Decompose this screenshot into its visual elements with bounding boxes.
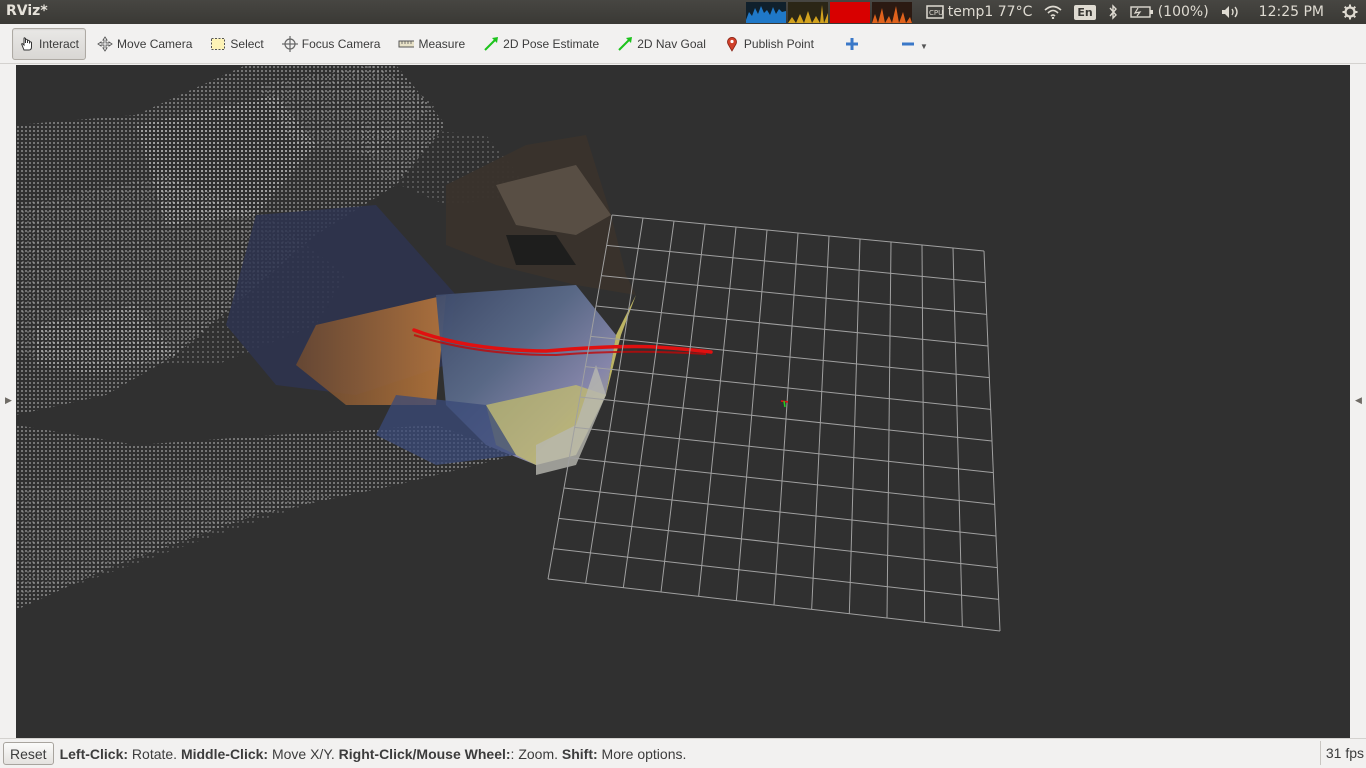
- expand-left-icon[interactable]: ▶: [5, 396, 12, 406]
- tool-label: Measure: [418, 36, 466, 51]
- help-rotate: Rotate.: [128, 745, 181, 762]
- help-shift: Shift:: [561, 745, 598, 762]
- clock[interactable]: 12:25 PM: [1259, 4, 1324, 20]
- ground-grid: [547, 214, 1001, 632]
- reset-button[interactable]: Reset: [3, 742, 54, 765]
- tool-interact[interactable]: Interact: [12, 27, 87, 60]
- tool-2d-nav-goal[interactable]: 2D Nav Goal: [610, 28, 713, 60]
- hand-icon: [19, 36, 35, 52]
- minus-icon: [900, 36, 916, 52]
- move-camera-icon: [97, 35, 113, 52]
- system-monitor[interactable]: [745, 1, 914, 23]
- render-panel-frame: ▶ ◀: [0, 64, 1366, 738]
- battery-text: (100%): [1157, 4, 1209, 20]
- help-zoom: : Zoom.: [510, 745, 562, 762]
- battery-icon: [1130, 6, 1154, 18]
- grid-line-row: [569, 457, 995, 505]
- help-right-click: Right-Click/Mouse Wheel:: [338, 745, 511, 762]
- tool-measure[interactable]: Measure: [391, 28, 472, 60]
- grid-line-column: [811, 235, 830, 610]
- speaker-icon: [1221, 5, 1241, 19]
- tool-label: Move Camera: [117, 36, 193, 51]
- keyboard-indicator[interactable]: En: [1074, 4, 1096, 20]
- left-dock-splitter[interactable]: ▶: [0, 64, 15, 738]
- help-more: More options.: [597, 745, 687, 762]
- memory-graph: [787, 1, 828, 23]
- wifi-icon: [1044, 5, 1062, 19]
- status-bar: Reset Left-Click: Rotate. Middle-Click: …: [0, 738, 1366, 768]
- tool-label: Publish Point: [743, 36, 814, 51]
- svg-text:CPU: CPU: [929, 9, 943, 17]
- tool-publish-point[interactable]: Publish Point: [717, 28, 821, 60]
- gear-icon: [1342, 4, 1358, 20]
- grid-line-column: [773, 232, 799, 606]
- tool-label: 2D Nav Goal: [637, 36, 706, 51]
- grid-line-row: [558, 517, 998, 569]
- keyboard-layout: En: [1074, 4, 1096, 20]
- cpu-chip-icon: CPU: [926, 5, 944, 19]
- tool-2d-pose-estimate[interactable]: 2D Pose Estimate: [476, 28, 606, 60]
- right-dock-splitter[interactable]: ◀: [1351, 64, 1366, 738]
- bluetooth-icon: [1108, 4, 1118, 20]
- tool-label: 2D Pose Estimate: [503, 36, 600, 51]
- session-menu[interactable]: [1342, 4, 1358, 20]
- sound-indicator[interactable]: [1221, 5, 1241, 19]
- grid-line-row: [553, 548, 999, 600]
- mouse-help-text: Left-Click: Rotate. Middle-Click: Move X…: [60, 746, 687, 762]
- plus-icon: [844, 36, 860, 52]
- tool-select[interactable]: Select: [203, 28, 270, 60]
- focus-crosshair-icon: [281, 35, 298, 52]
- tool-focus-camera[interactable]: Focus Camera: [275, 28, 388, 60]
- tool-move-camera[interactable]: Move Camera: [90, 28, 199, 60]
- cpu-graph: [745, 1, 786, 23]
- add-tool-button[interactable]: [837, 28, 871, 60]
- chevron-down-icon: ▼: [919, 42, 928, 51]
- top-panel: RViz* CPU temp1 77°C En (100%) 12:25 PM: [0, 0, 1366, 24]
- tool-label: Interact: [39, 36, 80, 51]
- temperature-indicator[interactable]: CPU temp1 77°C: [926, 4, 1033, 20]
- green-arrow-icon: [483, 36, 499, 52]
- bluetooth-indicator[interactable]: [1108, 4, 1118, 20]
- tools-toolbar: Interact Move Camera Select Focus Camera…: [0, 24, 1366, 64]
- help-move: Move X/Y.: [268, 745, 339, 762]
- tool-label: Focus Camera: [301, 36, 381, 51]
- 3d-viewport[interactable]: [16, 65, 1350, 738]
- grid-line-row: [547, 578, 1001, 632]
- help-left-click: Left-Click:: [59, 745, 129, 762]
- app-title: RViz*: [6, 3, 48, 19]
- help-middle-click: Middle-Click:: [180, 745, 269, 762]
- expand-right-icon[interactable]: ◀: [1355, 396, 1362, 406]
- tool-label: Select: [230, 36, 264, 51]
- load-graph: [871, 1, 912, 23]
- wifi-indicator[interactable]: [1044, 5, 1062, 19]
- grid-line-column: [983, 250, 1001, 632]
- battery-indicator[interactable]: (100%): [1130, 4, 1209, 20]
- network-graph: [829, 1, 870, 23]
- map-pin-icon: [724, 36, 740, 52]
- clock-text: 12:25 PM: [1258, 4, 1324, 20]
- grid-line-row: [563, 487, 997, 537]
- indicator-area: CPU temp1 77°C En (100%) 12:25 PM: [745, 0, 1366, 24]
- remove-tool-button[interactable]: ▼: [893, 28, 935, 60]
- temperature-text: temp1 77°C: [947, 4, 1033, 20]
- green-arrow-icon: [617, 36, 633, 52]
- ruler-icon: [398, 36, 415, 52]
- scene-canvas: [16, 65, 1001, 632]
- select-box-icon: [210, 36, 226, 52]
- fps-counter: 31 fps: [1320, 741, 1366, 765]
